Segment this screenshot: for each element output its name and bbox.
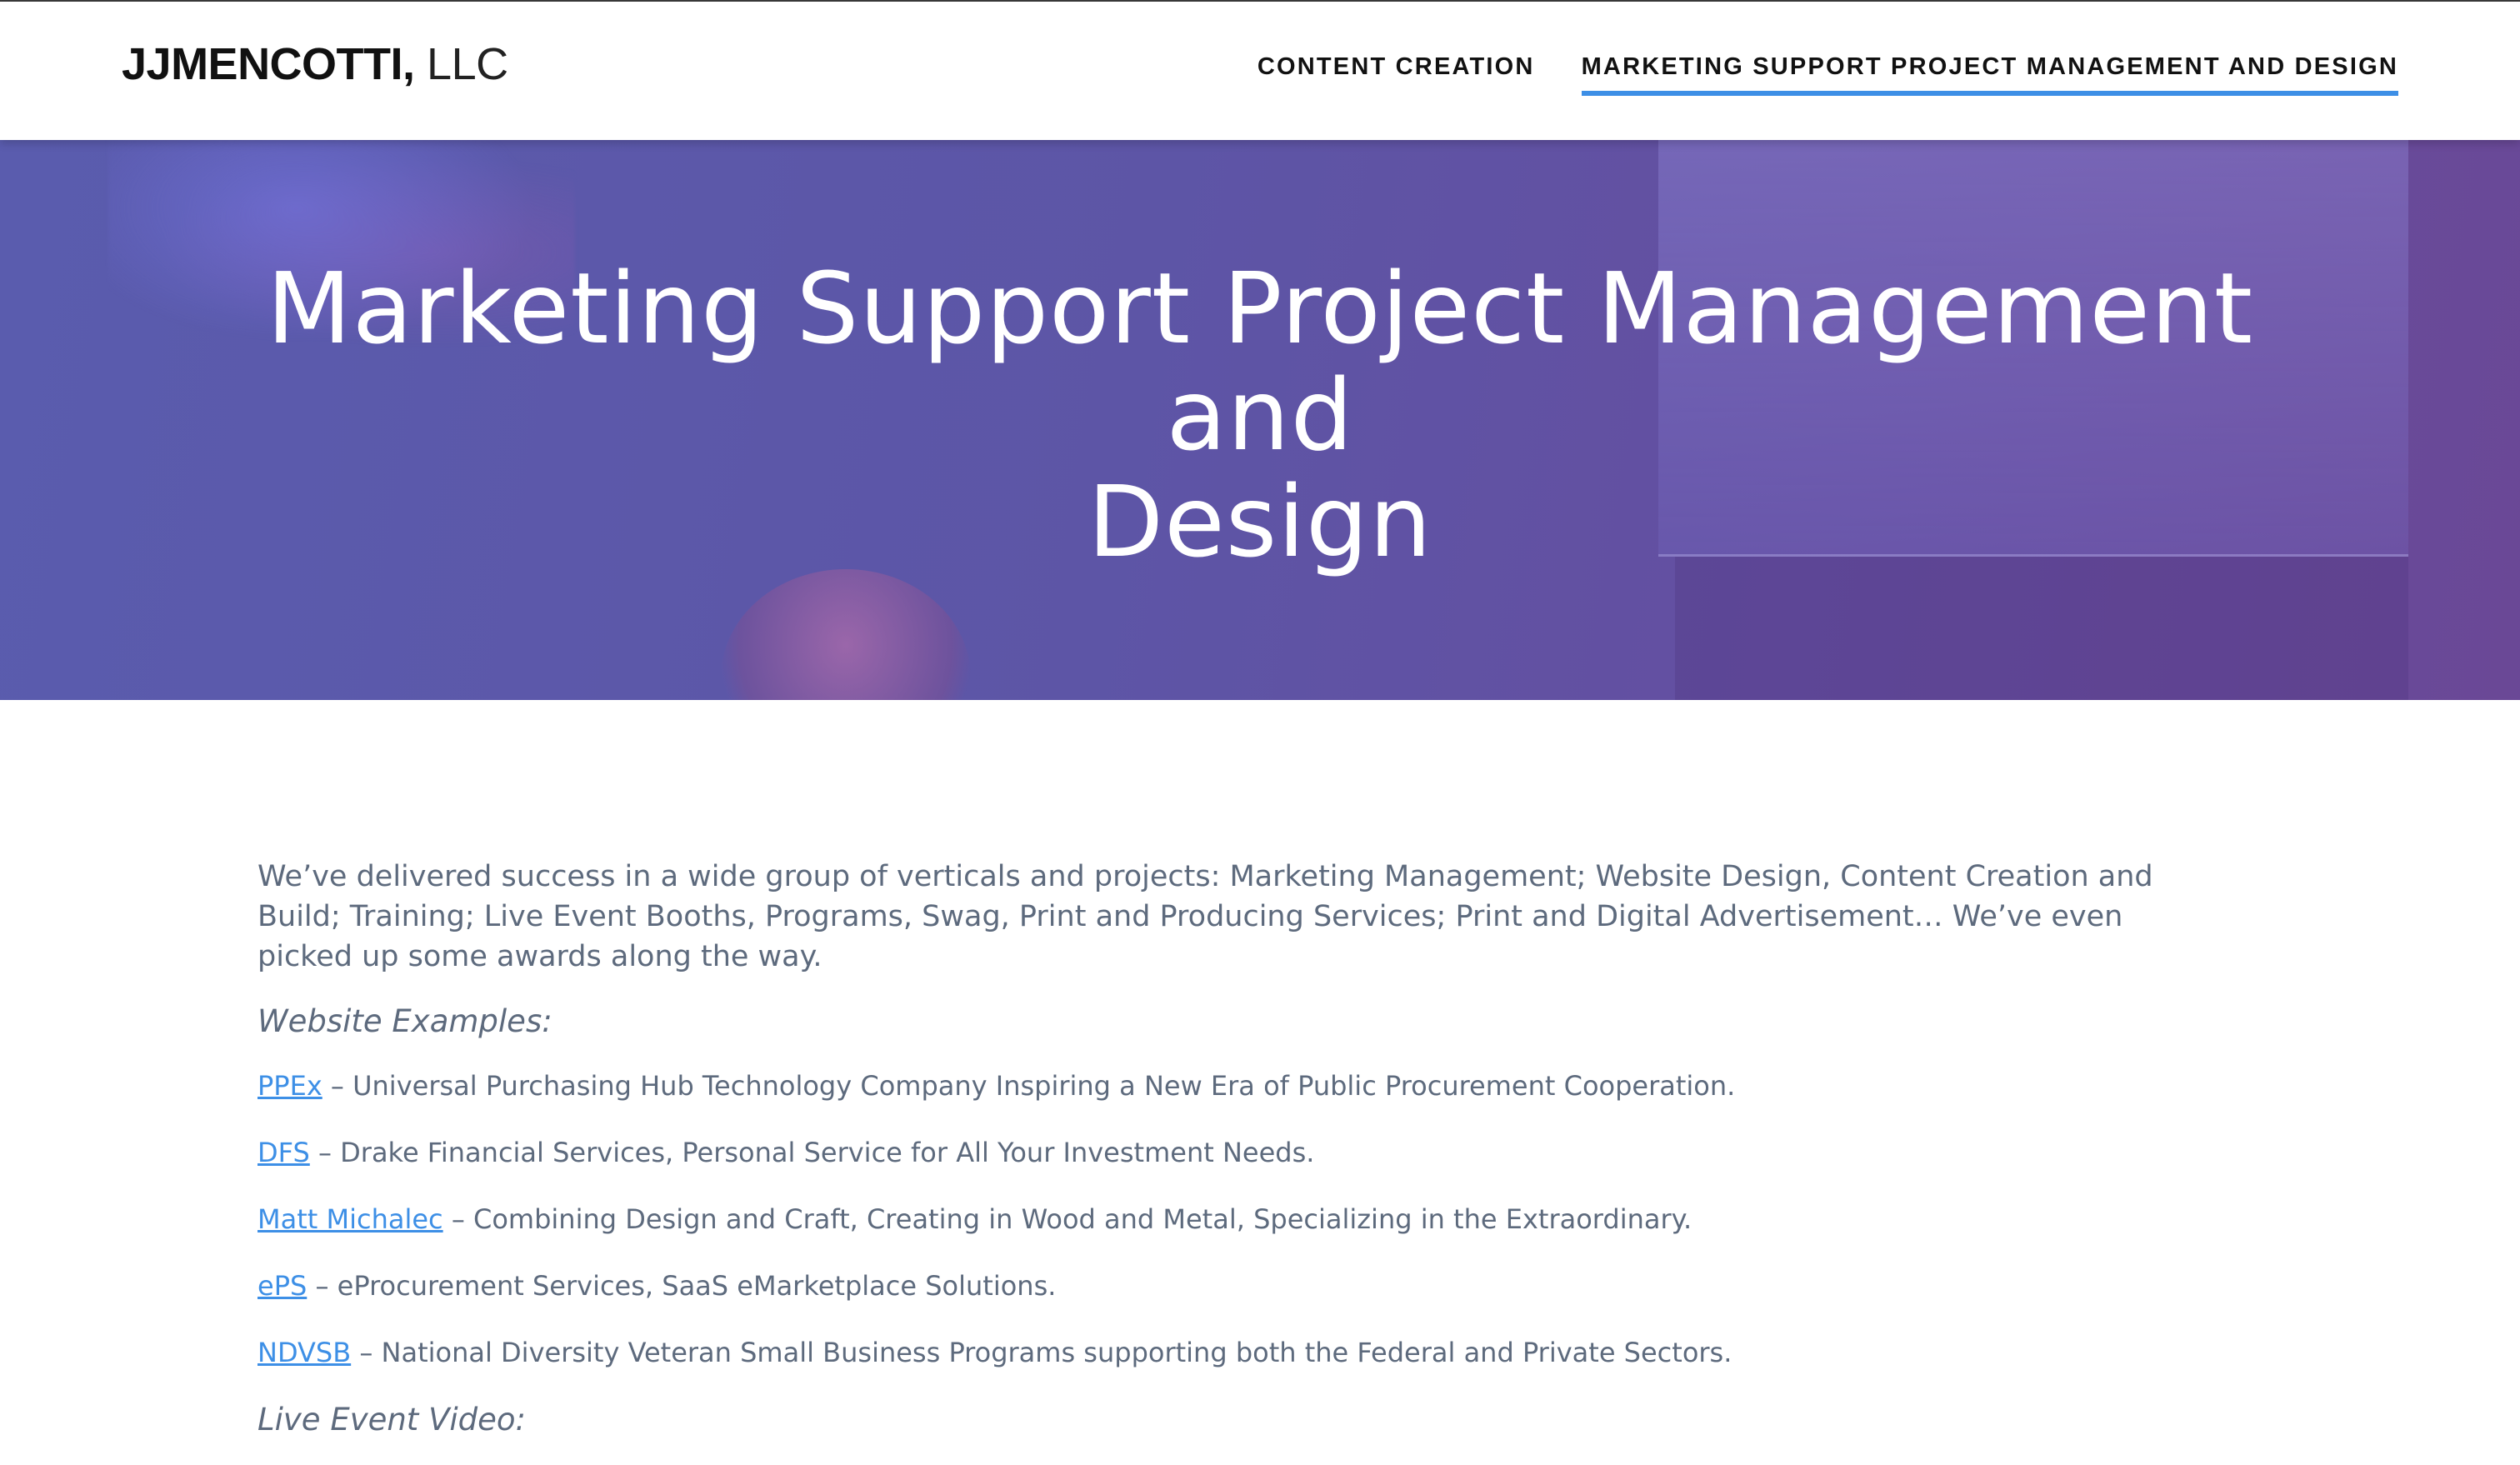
hero-banner: Marketing Support Project Management and… [0, 140, 2520, 700]
example-description: – Drake Financial Services, Personal Ser… [309, 1137, 1315, 1168]
website-examples-heading: Website Examples: [258, 1003, 552, 1039]
list-item: ePS – eProcurement Services, SaaS eMarke… [258, 1267, 2258, 1305]
list-item: NDVSB – National Diversity Veteran Small… [258, 1333, 2258, 1372]
nav-item-content-creation[interactable]: CONTENT CREATION [1258, 53, 1535, 96]
site-header: JJMENCOTTI, LLC CONTENT CREATION MARKETI… [0, 2, 2520, 140]
live-event-video-heading: Live Event Video: [258, 1402, 527, 1438]
hero-background-ball [721, 569, 971, 700]
nav-item-marketing-support[interactable]: MARKETING SUPPORT PROJECT MANAGEMENT AND… [1581, 53, 2398, 96]
site-logo[interactable]: JJMENCOTTI, LLC [122, 38, 508, 90]
intro-paragraph: We’ve delivered success in a wide group … [258, 860, 2153, 973]
example-description: – Universal Purchasing Hub Technology Co… [322, 1070, 1736, 1102]
example-description: – National Diversity Veteran Small Busin… [351, 1337, 1732, 1368]
page-title: Marketing Support Project Management and… [177, 255, 2343, 575]
page-title-line-1: Marketing Support Project Management and [266, 251, 2254, 472]
list-item: PPEx – Universal Purchasing Hub Technolo… [258, 1067, 2258, 1105]
hero-background-panel [1675, 557, 2408, 700]
link-eps[interactable]: ePS [258, 1270, 307, 1302]
example-description: – Combining Design and Craft, Creating i… [442, 1203, 1692, 1235]
link-matt-michalec[interactable]: Matt Michalec [258, 1203, 443, 1235]
logo-suffix: LLC [414, 39, 508, 89]
link-ppex[interactable]: PPEx [258, 1070, 322, 1102]
main-nav: CONTENT CREATION MARKETING SUPPORT PROJE… [1258, 53, 2398, 96]
logo-name: JJMENCOTTI, [122, 39, 415, 89]
page-title-line-2: Design [1088, 464, 1432, 579]
link-dfs[interactable]: DFS [258, 1137, 310, 1168]
main-content: We’ve delivered success in a wide group … [258, 857, 2258, 1465]
list-item: Matt Michalec – Combining Design and Cra… [258, 1200, 2258, 1238]
list-item: DFS – Drake Financial Services, Personal… [258, 1133, 2258, 1172]
link-ndvsb[interactable]: NDVSB [258, 1337, 351, 1368]
example-description: – eProcurement Services, SaaS eMarketpla… [307, 1270, 1057, 1302]
